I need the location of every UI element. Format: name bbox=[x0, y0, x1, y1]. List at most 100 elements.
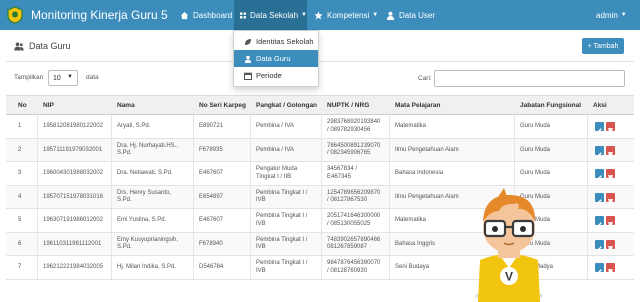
column-divider bbox=[250, 138, 251, 161]
mascot-letter: V bbox=[505, 270, 513, 284]
column-divider bbox=[321, 185, 322, 208]
cell-pangkat: Pembina / IVA bbox=[256, 139, 294, 163]
column-divider bbox=[111, 232, 112, 255]
cell-text: Dra. Netiawati, S.Pd. bbox=[117, 170, 173, 176]
user-menu[interactable]: admin ▼ bbox=[596, 0, 627, 30]
column-divider bbox=[111, 185, 112, 208]
edit-button[interactable] bbox=[595, 122, 604, 133]
edit-button[interactable] bbox=[595, 169, 604, 180]
column-divider bbox=[587, 185, 588, 208]
cell-text: Tingkat I / IIB bbox=[256, 173, 292, 180]
cell-no: 4 bbox=[18, 186, 21, 210]
column-header[interactable]: NUPTK / NRG bbox=[327, 102, 369, 109]
nav-kompetensi-label: Kompetensi bbox=[327, 10, 370, 20]
cell-text: 5 bbox=[18, 217, 22, 223]
column-header[interactable]: NIP bbox=[43, 102, 54, 109]
edit-button[interactable] bbox=[595, 192, 604, 204]
column-divider bbox=[321, 138, 322, 161]
delete-button[interactable] bbox=[606, 263, 615, 275]
column-header[interactable]: Nama bbox=[117, 102, 135, 109]
cell-text: Pembina Tingkat I / bbox=[256, 236, 308, 243]
cell-text: Pembina Tingkat I / bbox=[256, 189, 308, 196]
add-guru-button[interactable]: + Tambah bbox=[582, 38, 624, 54]
edit-button[interactable] bbox=[595, 239, 604, 251]
trash-icon bbox=[608, 269, 613, 275]
delete-button[interactable] bbox=[606, 145, 615, 157]
column-divider bbox=[321, 232, 322, 255]
nav-kompetensi[interactable]: Kompetensi ▼ bbox=[314, 0, 378, 30]
cell-nama: Aryati, S.Pd. bbox=[117, 115, 150, 139]
cell-nuptk: 9847876456390070/ 08128760930 bbox=[327, 256, 380, 280]
cell-text: Pembina Tingkat I / bbox=[256, 213, 308, 220]
column-divider bbox=[250, 162, 251, 185]
cell-text: 2 bbox=[18, 146, 22, 153]
cell-karpeg: E654897 bbox=[199, 186, 223, 210]
column-divider bbox=[389, 115, 390, 138]
cell-text: 2051741646300000 bbox=[327, 213, 381, 220]
pencil-icon bbox=[597, 198, 602, 204]
cell-pangkat: Pengatur Muda Tingkat I / IIB bbox=[256, 162, 297, 186]
cell-text: E890721 bbox=[199, 123, 224, 129]
page-length-label: Tampilkan bbox=[14, 74, 44, 81]
cell-nama: Dra. Netiawati, S.Pd. bbox=[117, 162, 173, 186]
edit-button[interactable] bbox=[595, 216, 604, 227]
nav-data-user[interactable]: Data User bbox=[386, 0, 435, 30]
cell-text: IVB bbox=[256, 220, 266, 227]
search-input[interactable] bbox=[434, 70, 625, 87]
cell-text: 4 bbox=[18, 193, 22, 200]
column-divider bbox=[111, 209, 112, 232]
column-header[interactable]: No bbox=[18, 102, 27, 109]
column-header[interactable]: Mata Pelajaran bbox=[395, 102, 441, 109]
nav-dashboard[interactable]: Dashboard bbox=[180, 0, 232, 30]
page-length-select[interactable]: 10 ▼ bbox=[48, 70, 78, 86]
column-divider bbox=[37, 185, 38, 208]
column-header[interactable]: Jabatan Fungsional bbox=[520, 102, 581, 109]
users-icon bbox=[14, 42, 24, 50]
edit-button[interactable] bbox=[595, 145, 604, 157]
delete-button[interactable] bbox=[606, 216, 615, 228]
column-divider bbox=[389, 256, 390, 279]
chevron-down-icon: ▼ bbox=[620, 12, 627, 18]
brand[interactable]: Monitoring Kinerja Guru 5 bbox=[6, 4, 168, 26]
cell-mapel: Seni Budaya bbox=[395, 256, 429, 280]
chevron-down-icon: ▼ bbox=[67, 74, 73, 80]
column-divider bbox=[321, 162, 322, 185]
trash-icon bbox=[608, 151, 613, 157]
cell-text: Emi Yuslina, S.Pd. bbox=[117, 217, 167, 223]
cell-pangkat: Pembina Tingkat I / IVB bbox=[256, 186, 307, 210]
home-icon bbox=[180, 11, 189, 19]
delete-button[interactable] bbox=[606, 239, 615, 251]
menu-item-periode[interactable]: Periode bbox=[234, 67, 318, 84]
cell-text: S.Pd. bbox=[117, 150, 132, 157]
pencil-icon bbox=[597, 175, 602, 180]
column-divider bbox=[193, 138, 194, 161]
column-divider bbox=[587, 209, 588, 232]
column-divider bbox=[389, 232, 390, 255]
column-divider bbox=[193, 209, 194, 232]
cell-jabatan: Guru Muda bbox=[520, 115, 550, 139]
column-divider bbox=[587, 232, 588, 255]
nav-data-sekolah[interactable]: Data Sekolah ▼ bbox=[234, 0, 307, 30]
menu-item-label: Periode bbox=[256, 71, 282, 80]
delete-button[interactable] bbox=[606, 192, 615, 204]
delete-button[interactable] bbox=[606, 122, 615, 134]
edit-button[interactable] bbox=[595, 263, 604, 274]
cell-nip: 196110311981112001 bbox=[43, 233, 101, 257]
trash-icon bbox=[608, 198, 613, 204]
column-divider bbox=[193, 256, 194, 279]
cell-text: 196004301988032002 bbox=[43, 170, 104, 176]
cell-text: Pembina / IVA bbox=[256, 123, 294, 129]
cell-text: Ilmu Pengetahuan Alam bbox=[395, 193, 459, 200]
column-divider bbox=[321, 209, 322, 232]
column-divider bbox=[250, 185, 251, 208]
menu-item-identitas-sekolah[interactable]: Identitas Sekolah bbox=[234, 33, 318, 50]
column-header[interactable]: Pangkat / Golongan bbox=[256, 102, 317, 109]
pencil-icon bbox=[597, 151, 602, 157]
cell-karpeg: F678935 bbox=[199, 139, 223, 163]
cell-text: Aryati, S.Pd. bbox=[117, 123, 151, 129]
cell-text: 081267859087 bbox=[327, 244, 368, 251]
cell-text: 196110311981112001 bbox=[43, 240, 102, 247]
delete-button[interactable] bbox=[606, 169, 615, 181]
menu-item-data-guru[interactable]: Data Guru bbox=[234, 50, 318, 67]
column-header[interactable]: No Seri Karpeg bbox=[199, 102, 246, 109]
